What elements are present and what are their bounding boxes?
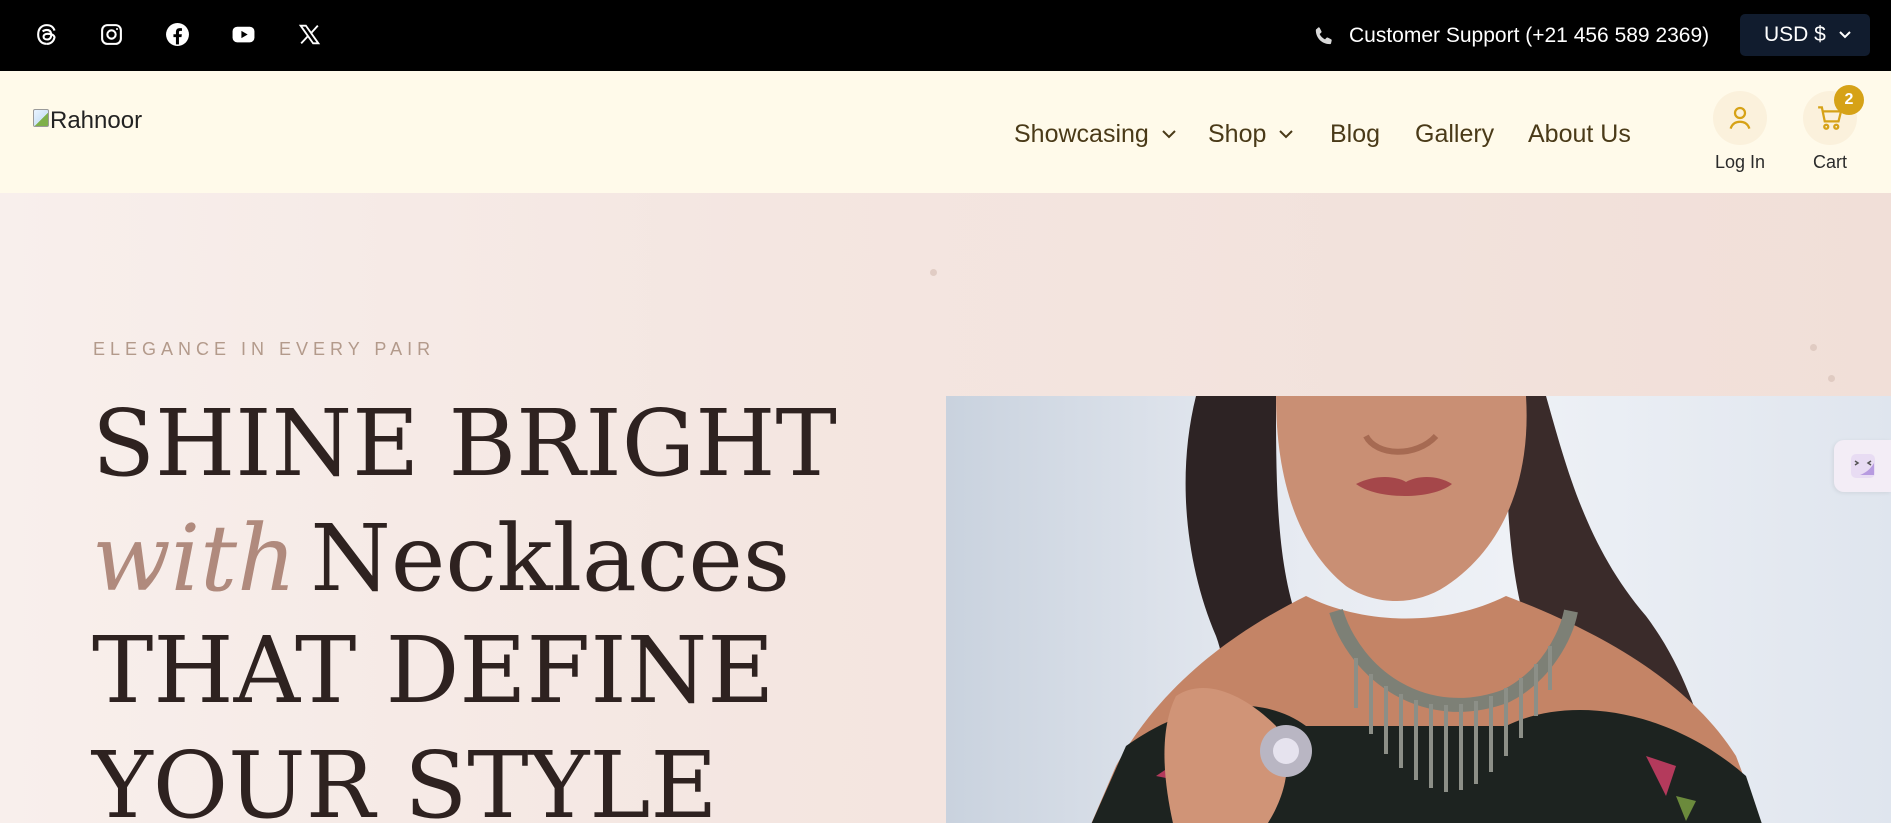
phone-icon [1315,26,1332,44]
nav-label: Gallery [1415,119,1495,148]
nav-about-us[interactable]: About Us [1528,117,1631,151]
chevron-down-icon [1162,130,1176,139]
nav-label: Blog [1330,119,1381,148]
x-icon[interactable] [294,19,324,49]
login-button[interactable]: Log In [1710,91,1770,173]
support-phone-text: Customer Support (+21 456 589 2369) [1349,24,1710,47]
customer-support[interactable]: Customer Support (+21 456 589 2369) [1312,22,1709,50]
site-logo[interactable]: Rahnoor [33,107,142,135]
chevron-down-icon [1279,130,1294,139]
logo-alt-text: Rahnoor [50,107,143,134]
hero-headline-line-4: YOUR STYLE [92,732,718,823]
nav-showcasing[interactable]: Showcasing [1014,117,1177,151]
decorative-sparkle [1828,375,1835,382]
nav-shop[interactable]: Shop [1208,117,1294,151]
hero-headline-line-2: with Necklaces [92,513,790,605]
headline-word: Necklaces [310,505,791,612]
nav-label: Showcasing [1014,119,1149,148]
nav-gallery[interactable]: Gallery [1415,117,1494,151]
hero-headline-line-3: THAT DEFINE [92,617,775,724]
hero-eyebrow: ELEGANCE IN EVERY PAIR [93,339,436,359]
chat-widget-icon [1850,454,1875,478]
currency-label: USD $ [1764,23,1826,46]
chevron-down-icon [1839,31,1851,39]
instagram-icon[interactable] [96,19,126,49]
cart-label: Cart [1812,152,1847,172]
user-icon [1713,91,1767,145]
side-widget-tab[interactable] [1834,440,1891,492]
top-bar: Customer Support (+21 456 589 2369) USD … [0,0,1891,71]
hero-headline-line-1: SHINE BRIGHT [92,390,837,497]
broken-image-icon [33,109,49,127]
cart-count-badge: 2 [1834,85,1864,115]
main-header: Rahnoor Showcasing Shop Blog Gallery Abo… [0,71,1891,193]
currency-selector[interactable]: USD $ [1740,14,1870,56]
threads-icon[interactable] [31,19,61,49]
hero-model-image [946,396,1891,823]
youtube-icon[interactable] [228,19,258,49]
hero-section: ELEGANCE IN EVERY PAIR SHINE BRIGHT with… [0,193,1891,823]
decorative-sparkle [1810,344,1817,351]
nav-label: About Us [1528,119,1631,148]
nav-blog[interactable]: Blog [1330,117,1380,151]
decorative-sparkle [930,269,937,276]
facebook-icon[interactable] [162,19,192,49]
nav-label: Shop [1208,119,1267,148]
login-label: Log In [1714,152,1766,172]
headline-accent-word: with [92,505,297,612]
